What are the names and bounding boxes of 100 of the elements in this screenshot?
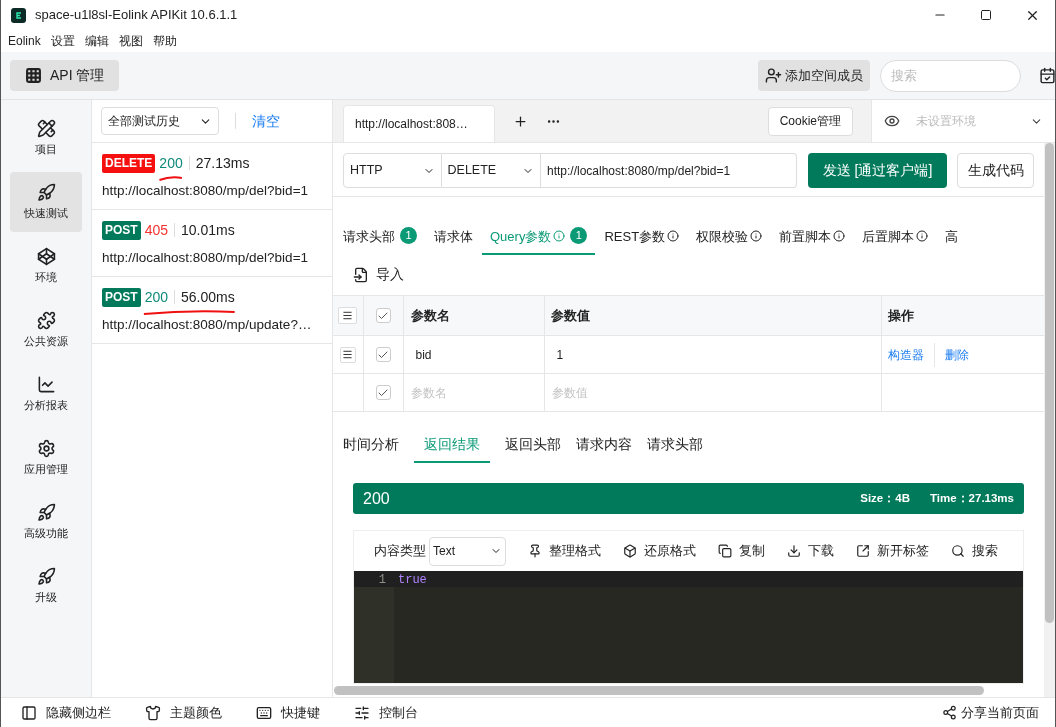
sidebar-item[interactable]: 高级功能	[10, 492, 82, 552]
protocol-select[interactable]: HTTP	[343, 153, 442, 188]
cube-icon	[623, 544, 637, 558]
request-tab[interactable]: 高	[945, 227, 959, 255]
viewer-tool-button[interactable]: 复制	[718, 541, 765, 561]
clear-button[interactable]: 清空	[252, 110, 280, 132]
sidebar-item[interactable]: 升级	[10, 556, 82, 616]
history-item[interactable]: DELETE 200 27.13ms http://localhost:8080/mp/del?bid=1	[92, 143, 332, 210]
viewer-tool-button[interactable]: 还原格式	[623, 541, 696, 561]
table-cell: 1	[544, 335, 881, 374]
row-menu-icon[interactable]	[338, 307, 358, 324]
rocket-icon	[36, 182, 56, 202]
cube-icon	[36, 246, 56, 266]
request-tab[interactable]: 请求体	[434, 227, 473, 255]
checkbox[interactable]	[375, 308, 391, 323]
count-badge: 1	[570, 227, 588, 244]
sidebar-item[interactable]: 项目	[10, 108, 82, 168]
status-code: 200	[159, 155, 183, 171]
status-bar-button[interactable]: 主题颜色	[145, 702, 222, 723]
request-tab[interactable]: Query参数 1	[482, 227, 596, 255]
request-tab[interactable]: 后置脚本	[862, 227, 929, 255]
module-button[interactable]: API 管理	[10, 60, 120, 91]
method-select[interactable]: DELETE	[441, 153, 541, 188]
shirt-icon	[145, 704, 161, 721]
request-tab[interactable]: 权限校验	[696, 227, 763, 255]
status-code: 200	[144, 289, 169, 305]
status-bar-button[interactable]: 隐藏侧边栏	[21, 702, 111, 723]
sidebar-item[interactable]: 应用管理	[10, 428, 82, 488]
viewer-tool-button[interactable]: 整理格式	[528, 541, 601, 561]
add-member-button[interactable]: 添加空间成员	[758, 60, 870, 91]
response-time: 27.13ms	[195, 153, 250, 173]
code-line: true	[398, 573, 427, 587]
grid-icon	[25, 67, 42, 84]
method-tag: POST	[102, 220, 141, 240]
status-code: 405	[144, 222, 169, 238]
sidebar-item[interactable]: 分析报表	[10, 364, 82, 424]
request-tab[interactable]: 前置脚本	[779, 227, 846, 255]
table-cell: bid	[403, 335, 544, 374]
history-item[interactable]: POST 200 56.00ms http://localhost:8080/mp/update?…	[92, 277, 332, 344]
add-tab-icon[interactable]	[513, 113, 528, 129]
response-time: 56.00ms	[181, 287, 235, 307]
external-link-icon	[856, 544, 870, 558]
generate-code-button[interactable]: 生成代码	[957, 153, 1034, 188]
import-button[interactable]: 导入	[353, 264, 404, 286]
checkbox[interactable]	[375, 385, 391, 400]
search-icon	[951, 544, 965, 558]
size-label: Size：4B	[860, 490, 910, 506]
history-filter-select[interactable]: 全部测试历史	[101, 107, 219, 135]
url-field[interactable]: http://localhost:8080/mp/del?bid=1	[541, 153, 797, 188]
viewer-tool-button[interactable]: 下载	[787, 541, 834, 561]
import-icon	[353, 267, 369, 283]
drag-handle-icon[interactable]	[339, 346, 356, 363]
sliders-icon	[354, 704, 370, 721]
response-tab[interactable]: 请求头部	[647, 435, 703, 463]
response-tab[interactable]: 返回结果	[414, 435, 490, 463]
time-label: Time：27.13ms	[929, 490, 1014, 506]
response-tab[interactable]: 返回头部	[505, 435, 561, 463]
pin-icon	[528, 544, 542, 558]
history-item[interactable]: POST 405 10.01ms http://localhost:8080/mp/del?bid=1	[92, 210, 332, 277]
request-tab[interactable]: 请求头部 1	[343, 227, 417, 255]
menu-item[interactable]: 编辑	[84, 32, 109, 50]
action-link[interactable]: 删除	[944, 345, 969, 364]
checkbox[interactable]	[375, 347, 391, 362]
history-url: http://localhost:8080/mp/del?bid=1	[102, 182, 310, 200]
vertical-scrollbar[interactable]	[1044, 143, 1055, 697]
sidebar-item[interactable]: 环境	[10, 236, 82, 296]
menu-item[interactable]: Eolink	[8, 32, 41, 50]
add-user-icon	[765, 67, 782, 84]
menu-item[interactable]: 帮助	[152, 32, 177, 50]
sidebar-item[interactable]: 快速测试	[10, 172, 82, 232]
count-badge: 1	[400, 227, 417, 244]
sidebar-item[interactable]: 公共资源	[10, 300, 82, 360]
action-link[interactable]: 构造器	[887, 345, 924, 364]
copy-icon	[718, 544, 732, 558]
column-header: 操作	[881, 295, 1044, 336]
viewer-tool-button[interactable]: 新开标签	[856, 541, 929, 561]
cookie-button[interactable]: Cookie管理	[767, 106, 853, 136]
status-code: 200	[363, 488, 390, 509]
response-tab[interactable]: 请求内容	[576, 435, 632, 463]
gear-icon	[36, 438, 56, 458]
response-tab[interactable]: 时间分析	[343, 435, 399, 463]
history-url: http://localhost:8080/mp/update?…	[102, 316, 313, 334]
status-bar-button[interactable]: 快捷键	[256, 702, 320, 723]
request-tab[interactable]: REST参数	[604, 227, 680, 255]
download-icon	[787, 544, 801, 558]
viewer-tool-button[interactable]: 搜索	[951, 541, 998, 561]
request-tab[interactable]: http://localhost:808…	[343, 105, 495, 142]
app-logo-icon	[11, 7, 26, 23]
status-bar-button[interactable]: 控制台	[354, 702, 418, 723]
menu-item[interactable]: 视图	[118, 32, 143, 50]
menu-item[interactable]: 设置	[50, 32, 75, 50]
share-button[interactable]: 分享当前页面	[942, 702, 1039, 723]
horizontal-scrollbar[interactable]	[334, 686, 984, 695]
search-field[interactable]: 搜索	[880, 59, 1021, 92]
window-title: space-u1l8sl-Eolink APIKit 10.6.1.1	[35, 6, 238, 25]
name-field[interactable]: 参数名	[408, 383, 529, 402]
sidebar-icon	[21, 704, 37, 721]
calendar-icon[interactable]	[1039, 67, 1055, 84]
send-button[interactable]: 发送 [通过客户端]	[807, 153, 948, 188]
content-type-select[interactable]: Text	[429, 536, 506, 566]
